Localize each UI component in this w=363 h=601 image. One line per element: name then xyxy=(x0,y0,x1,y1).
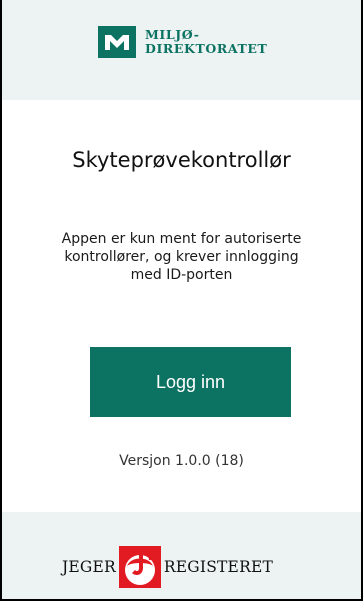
version-label: Versjon 1.0.0 (18) xyxy=(119,453,244,469)
miljodirektoratet-logo-text: MILJØ- DIREKTORATET xyxy=(145,28,267,56)
miljodirektoratet-logo-icon xyxy=(98,26,136,58)
login-button[interactable]: Logg inn xyxy=(90,347,291,417)
logo-line-1: MILJØ- xyxy=(145,27,200,42)
description-text: Appen er kun ment for autoriserte kontro… xyxy=(61,231,302,283)
app-screen: MILJØ- DIREKTORATET Skyteprøvekontrollør… xyxy=(0,0,363,601)
miljodirektoratet-logo: MILJØ- DIREKTORATET xyxy=(98,26,267,58)
logo-text-right: REGISTERET xyxy=(163,558,273,576)
logo-text-left: JEGER xyxy=(62,558,116,576)
logo-line-2: DIREKTORATET xyxy=(145,41,268,56)
jegerregisteret-logo: JEGER REGISTERET xyxy=(62,546,273,588)
header: MILJØ- DIREKTORATET xyxy=(2,0,361,100)
page-title: Skyteprøvekontrollør xyxy=(72,148,291,172)
login-button-label: Logg inn xyxy=(155,371,226,392)
jegerregisteret-logo-icon xyxy=(118,546,161,588)
